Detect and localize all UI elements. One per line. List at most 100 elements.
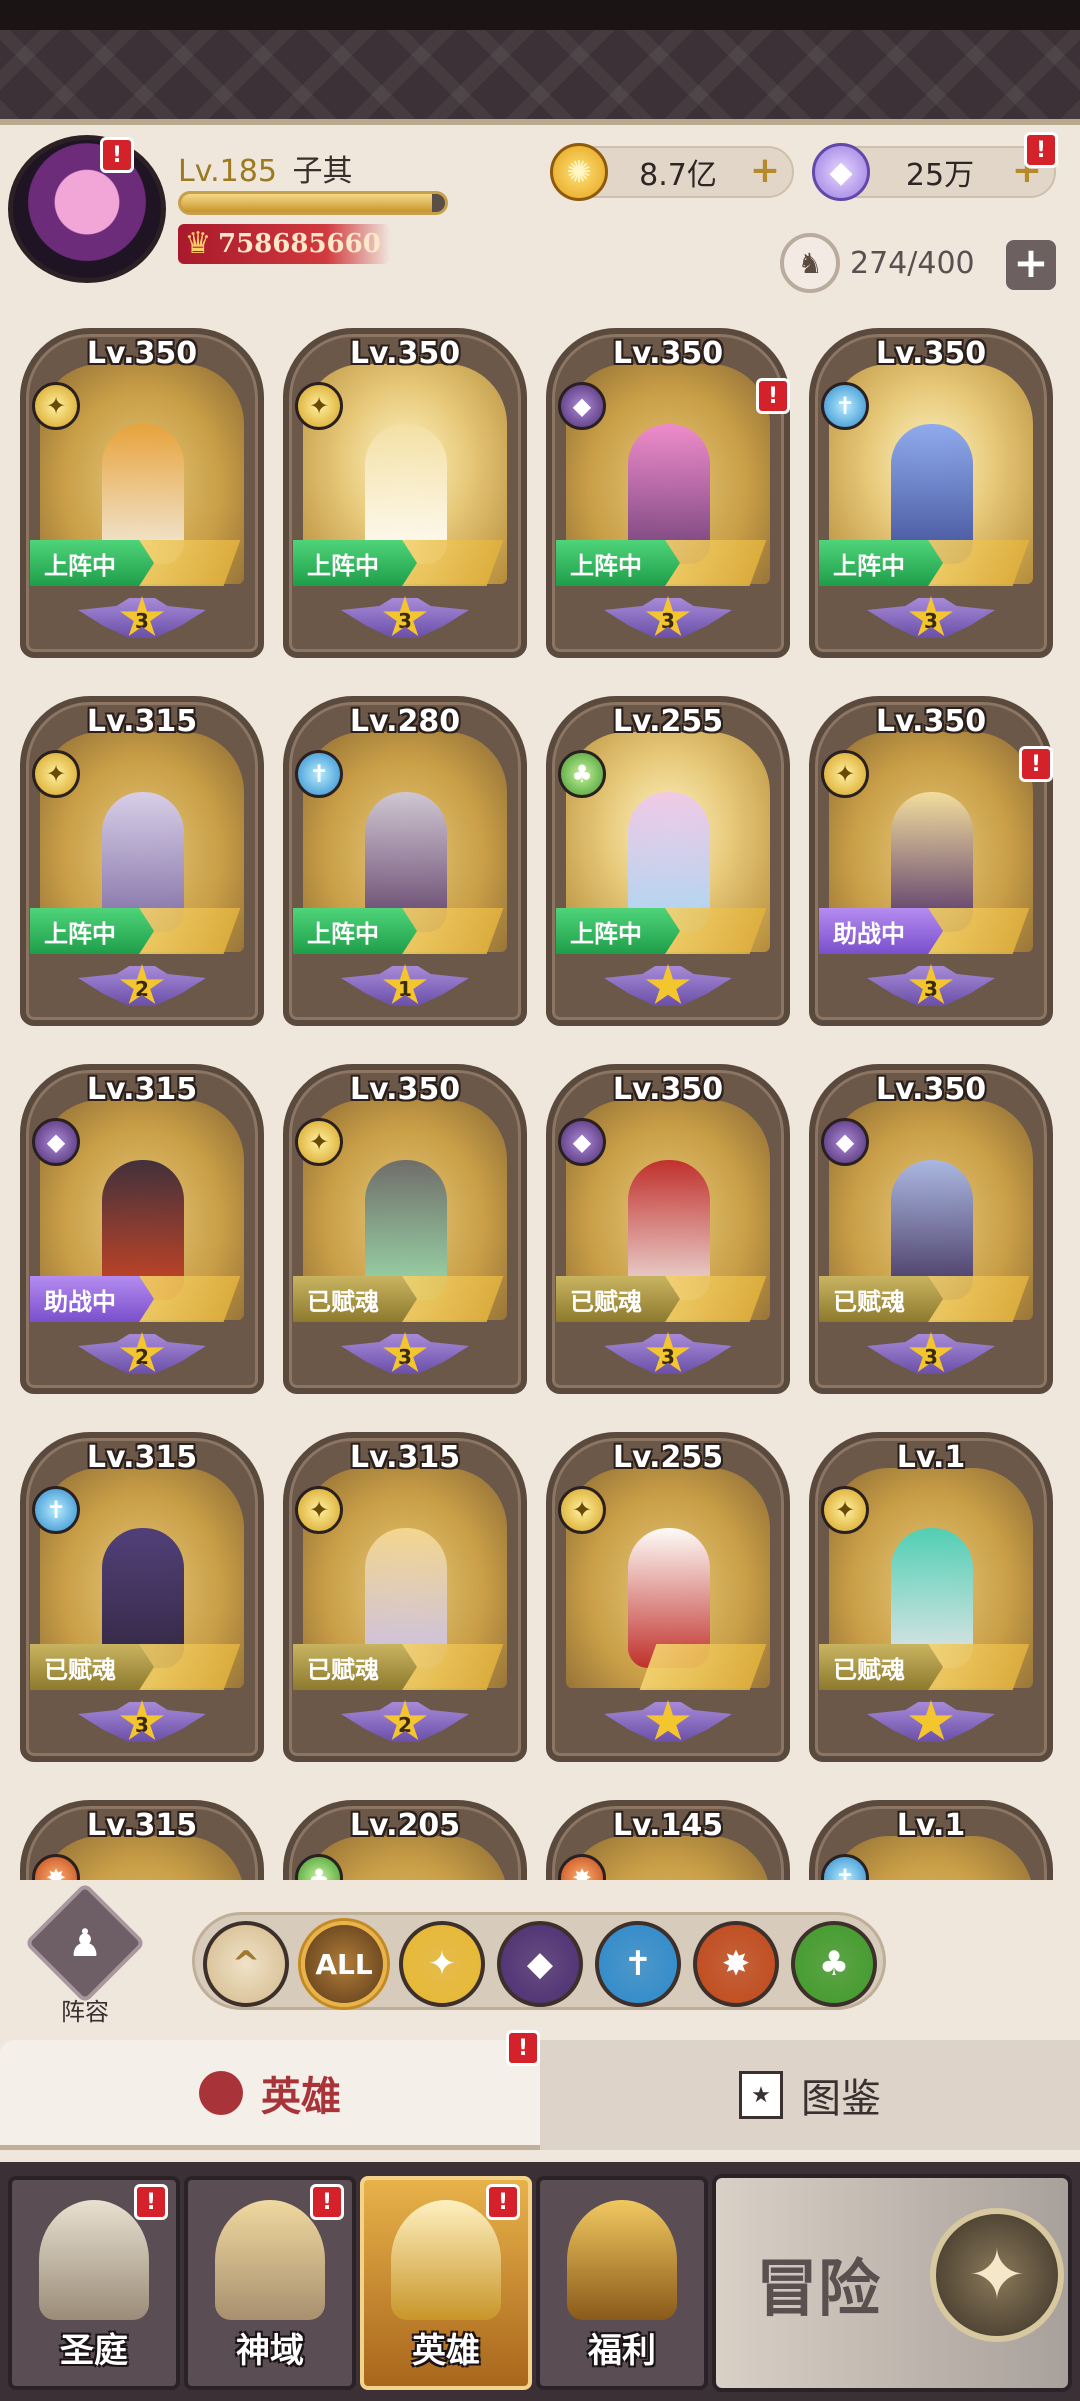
hero-grid: Lv.350 ✦ 上阵中 3 Lv.350 ✦ 上阵中 3 Lv.350 ◆! 上阵中 3 Lv.350…	[0, 320, 1080, 1880]
sanctum-icon	[39, 2200, 149, 2320]
hero-alert-icon: !	[1019, 746, 1053, 782]
combat-power: ♛ 758685660	[178, 224, 390, 264]
hero-card[interactable]: Lv.280 ✝ 上阵中 1	[283, 696, 527, 1026]
light-faction-icon[interactable]: ✦	[399, 1921, 485, 2007]
gold-value: 8.7亿	[639, 158, 717, 193]
nav-label: 圣庭	[60, 2331, 128, 2371]
light-faction-icon: ✦	[295, 1486, 343, 1534]
hero-card[interactable]: Lv.1 ✝	[809, 1800, 1053, 1880]
light-faction-icon: ✦	[295, 1118, 343, 1166]
hero-level: Lv.1	[896, 1440, 966, 1475]
expand-slots-button[interactable]: +	[1006, 240, 1056, 290]
nav-treasure-chest[interactable]: 福利	[536, 2176, 708, 2390]
dark-faction-icon: ◆	[558, 1118, 606, 1166]
hero-card[interactable]: Lv.350 ✝ 上阵中 3	[809, 328, 1053, 658]
hero-slot-count: 274/400	[850, 245, 975, 281]
hero-card[interactable]: Lv.350 ◆! 上阵中 3	[546, 328, 790, 658]
hero-card[interactable]: Lv.315 ✸	[20, 1800, 264, 1880]
hero-card[interactable]: Lv.315 ✝ 已赋魂 3	[20, 1432, 264, 1762]
hero-card[interactable]: Lv.350 ✦ 上阵中 3	[283, 328, 527, 658]
hero-level: Lv.205	[349, 1808, 461, 1843]
avatar-alert-icon: !	[100, 137, 134, 173]
hero-status-tag: 上阵中	[819, 540, 943, 586]
hero-status-tag: 上阵中	[30, 908, 154, 954]
light-faction-icon: ✦	[558, 1486, 606, 1534]
light-faction-icon: ✦	[32, 750, 80, 798]
player-name: 子其	[292, 154, 353, 189]
hero-card[interactable]: Lv.255 ♣ 上阵中	[546, 696, 790, 1026]
dark-faction-icon: ◆	[558, 382, 606, 430]
exp-bar	[178, 191, 448, 215]
hero-level: Lv.145	[612, 1808, 724, 1843]
gold-coin-icon: ✺	[550, 143, 608, 201]
gem-alert-icon: !	[1024, 132, 1058, 168]
hero-card[interactable]: Lv.350 ◆ 已赋魂 3	[809, 1064, 1053, 1394]
diamond-icon: ◆	[812, 143, 870, 201]
hero-level: Lv.350	[349, 336, 461, 371]
hero-card[interactable]: Lv.350 ✦! 助战中 3	[809, 696, 1053, 1026]
hero-card[interactable]: Lv.255 ✦	[546, 1432, 790, 1762]
nav-hero-helmet[interactable]: 英雄!	[360, 2176, 532, 2390]
wood-faction-icon: ♣	[558, 750, 606, 798]
hero-card[interactable]: Lv.315 ◆ 助战中 2	[20, 1064, 264, 1394]
adventure-label: 冒险	[756, 2252, 881, 2325]
gem-value: 25万	[905, 158, 975, 193]
hero-card[interactable]: Lv.205 ♣	[283, 1800, 527, 1880]
hero-card[interactable]: Lv.145 ✸	[546, 1800, 790, 1880]
gem-currency[interactable]: ◆ 25万 +	[812, 143, 1056, 201]
hero-status-tag: 助战中	[30, 1276, 154, 1322]
top-decor-band	[0, 30, 1080, 125]
hero-level: Lv.350	[612, 1072, 724, 1107]
nav-alert-icon: !	[134, 2184, 168, 2220]
hero-card[interactable]: Lv.315 ✦ 已赋魂 2	[283, 1432, 527, 1762]
status-bar	[0, 0, 1080, 30]
hero-card[interactable]: Lv.1 ✦ 已赋魂	[809, 1432, 1053, 1762]
wood-faction-icon[interactable]: ♣	[791, 1921, 877, 2007]
hero-level: Lv.315	[86, 1440, 198, 1475]
hero-card[interactable]: Lv.350 ✦ 已赋魂 3	[283, 1064, 527, 1394]
hero-status-tag: 已赋魂	[30, 1644, 154, 1690]
gold-currency[interactable]: ✺ 8.7亿 +	[550, 143, 794, 201]
add-gold-button[interactable]: +	[748, 153, 782, 189]
hero-card[interactable]: Lv.350 ✦ 上阵中 3	[20, 328, 264, 658]
dark-faction-icon[interactable]: ◆	[497, 1921, 583, 2007]
nav-label: 福利	[588, 2331, 656, 2371]
hero-status-tag: 上阵中	[30, 540, 154, 586]
all-filter-icon[interactable]: ALL	[301, 1921, 387, 2007]
nav-sanctum[interactable]: 圣庭!	[8, 2176, 180, 2390]
hero-level: Lv.280	[349, 704, 461, 739]
hero-card[interactable]: Lv.315 ✦ 上阵中 2	[20, 696, 264, 1026]
fire-faction-icon[interactable]: ✸	[693, 1921, 779, 2007]
player-level-name: Lv.185 子其	[178, 146, 352, 190]
hero-level: Lv.255	[612, 1440, 724, 1475]
hero-level: Lv.315	[86, 1072, 198, 1107]
nav-label: 神域	[236, 2331, 304, 2371]
nav-alert-icon: !	[486, 2184, 520, 2220]
tab-codex[interactable]: ★ 图鉴	[540, 2040, 1080, 2150]
lineup-button[interactable]: ♟ 阵容	[24, 1882, 146, 2026]
tab-heroes[interactable]: 英雄	[0, 2040, 540, 2150]
chevron-up-icon[interactable]: ^	[203, 1921, 289, 2007]
compass-icon: ✦	[930, 2208, 1064, 2342]
hero-level: Lv.315	[349, 1440, 461, 1475]
hero-status-tag: 已赋魂	[556, 1276, 680, 1322]
divine-realm-icon	[215, 2200, 325, 2320]
hero-level: Lv.350	[349, 1072, 461, 1107]
player-avatar[interactable]	[8, 135, 166, 283]
water-faction-icon[interactable]: ✝	[595, 1921, 681, 2007]
nav-divine-realm[interactable]: 神域!	[184, 2176, 356, 2390]
hero-status-tag: 已赋魂	[293, 1276, 417, 1322]
hero-level: Lv.350	[875, 336, 987, 371]
adventure-button[interactable]: 冒险 ✦	[712, 2174, 1072, 2392]
light-faction-icon: ✦	[821, 1486, 869, 1534]
hero-helmet-icon	[391, 2200, 501, 2320]
light-faction-icon: ✦	[821, 750, 869, 798]
hero-status-tag: 已赋魂	[819, 1644, 943, 1690]
hero-level: Lv.350	[86, 336, 198, 371]
water-faction-icon: ✝	[295, 750, 343, 798]
bottom-nav: 冒险 ✦ 圣庭! 神域! 英雄! 福利	[0, 2162, 1080, 2401]
chess-piece-icon: ♟	[24, 1882, 146, 2004]
hero-card[interactable]: Lv.350 ◆ 已赋魂 3	[546, 1064, 790, 1394]
hero-level: Lv.315	[86, 1808, 198, 1843]
hero-status-tag: 上阵中	[293, 908, 417, 954]
